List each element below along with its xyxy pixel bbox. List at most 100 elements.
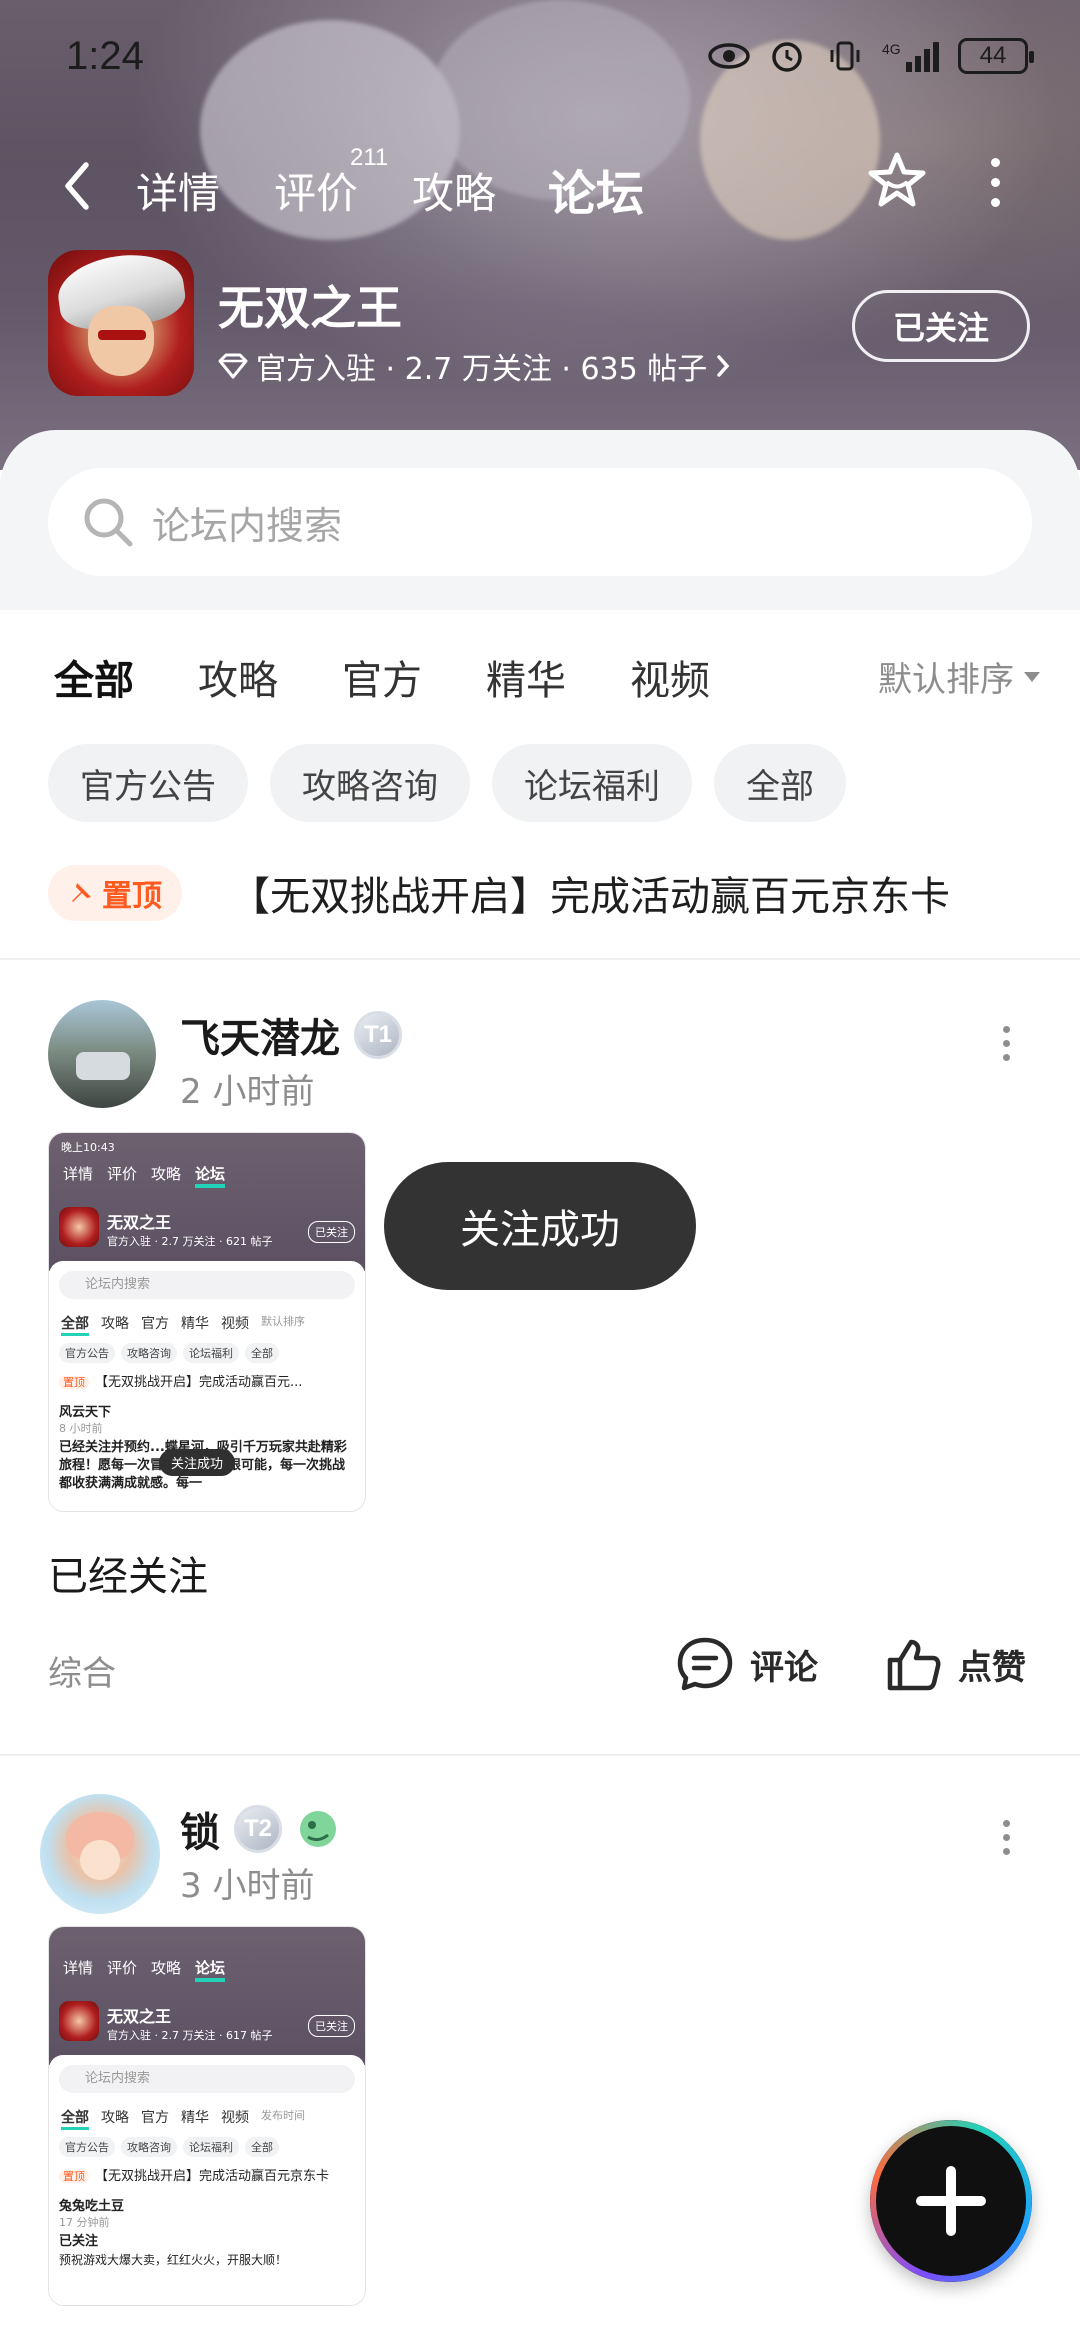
search-panel: 论坛内搜索 [0, 430, 1080, 610]
back-button[interactable] [52, 158, 102, 214]
pinned-badge: 置顶 [48, 865, 182, 921]
category-tab-guides[interactable]: 攻略 [198, 648, 278, 706]
thumb-chip: 官方公告 [59, 2137, 115, 2157]
tab-details[interactable]: 详情 [136, 160, 220, 221]
like-button[interactable]: 点赞 [886, 1636, 1026, 1692]
post-image[interactable]: 晚上10:43 详情 评价 攻略 论坛 无双之王 官方入驻 · 2.7 万关注 … [48, 1132, 366, 1512]
category-tab-video[interactable]: 视频 [630, 648, 710, 706]
sort-dropdown[interactable]: 默认排序 [878, 652, 1040, 701]
pinned-post[interactable]: 置顶 【无双挑战开启】完成活动赢百元京东卡 [48, 860, 1048, 926]
game-meta-text: 官方入驻 · 2.7 万关注 · 635 帖子 [256, 352, 708, 387]
signal-icon: 4G [882, 38, 942, 74]
chip-official-announcement[interactable]: 官方公告 [48, 744, 248, 822]
thumb-cat: 视频 [221, 1316, 249, 1332]
star-icon [868, 152, 926, 207]
category-tab-featured[interactable]: 精华 [486, 648, 566, 706]
thumb-user-time: 8 小时前 [59, 1422, 103, 1435]
post-author-name: 锁 [180, 1810, 220, 1856]
chip-all[interactable]: 全部 [714, 744, 846, 822]
thumb-body: 论坛内搜索 全部 攻略 官方 精华 视频 发布时间 官方公告 攻略咨询 论坛福利… [49, 2055, 365, 2305]
game-info: 无双之王 官方入驻 · 2.7 万关注 · 635 帖子 已关注 [0, 248, 1080, 398]
thumb-user: 风云天下 8 小时前 [59, 1401, 111, 1436]
search-placeholder: 论坛内搜索 [152, 503, 343, 548]
thumb-chip: 攻略咨询 [121, 1343, 177, 1363]
post-time: 2 小时前 [180, 1072, 315, 1112]
thumb-follow: 已关注 [308, 1221, 355, 1243]
thumb-chip: 论坛福利 [183, 2137, 239, 2157]
divider [0, 1754, 1080, 1756]
pinned-badge-label: 置顶 [102, 879, 162, 914]
top-nav: 详情 评价 211 攻略 论坛 [0, 140, 1080, 230]
thumb-text: 已关注 预祝游戏大爆大卖，红红火火，开服大顺！ [59, 2233, 357, 2269]
comment-button[interactable]: 评论 [676, 1636, 818, 1692]
comment-icon [677, 1637, 733, 1691]
forum-header: 1:24 4G 44 详情 评价 211 攻略 论坛 无双之王 官方入驻 · 2… [0, 0, 1080, 470]
thumb-cat: 精华 [181, 2110, 209, 2126]
pinned-title: 【无双挑战开启】完成活动赢百元京东卡 [230, 874, 950, 920]
thumb-tab: 详情 [63, 1165, 94, 1183]
thumb-pin-title: 【无双挑战开启】完成活动赢百元... [95, 1375, 303, 1390]
chip-guide-consult[interactable]: 攻略咨询 [270, 744, 470, 822]
alarm-icon [766, 38, 808, 74]
chip-forum-welfare[interactable]: 论坛福利 [492, 744, 692, 822]
thumb-game-icon [59, 1207, 99, 1247]
category-tab-official[interactable]: 官方 [342, 648, 422, 706]
thumb-pin-title: 【无双挑战开启】完成活动赢百元京东卡 [95, 2169, 330, 2184]
thumb-chip: 官方公告 [59, 1343, 115, 1363]
game-meta[interactable]: 官方入驻 · 2.7 万关注 · 635 帖子 [218, 344, 731, 388]
thumb-cat: 精华 [181, 1316, 209, 1332]
vibrate-icon [824, 38, 866, 74]
thumb-pin-badge: 置顶 [59, 1376, 89, 1389]
post-category[interactable]: 综合 [48, 1646, 116, 1695]
post-author[interactable]: 飞天潜龙 T1 [180, 1006, 402, 1064]
forum-search-input[interactable]: 论坛内搜索 [48, 468, 1032, 576]
diamond-icon [218, 353, 248, 379]
favorite-button[interactable] [866, 150, 928, 212]
thumb-follow: 已关注 [308, 2015, 355, 2037]
post-image[interactable]: 详情 评价 攻略 论坛 无双之王 官方入驻 · 2.7 万关注 · 617 帖子… [48, 1926, 366, 2306]
toast-message: 关注成功 [384, 1162, 696, 1290]
thumb-header: 详情 评价 攻略 论坛 无双之王 官方入驻 · 2.7 万关注 · 617 帖子… [49, 1927, 365, 2065]
post-more-button[interactable] [996, 1812, 1016, 1862]
tab-reviews[interactable]: 评价 [274, 160, 358, 221]
post-more-button[interactable] [996, 1018, 1016, 1068]
tab-forum[interactable]: 论坛 [542, 154, 651, 224]
thumb-cat: 全部 [61, 1313, 89, 1336]
follow-button[interactable]: 已关注 [852, 290, 1030, 362]
thumb-sort: 发布时间 [261, 2109, 305, 2122]
tab-guides[interactable]: 攻略 [412, 160, 496, 221]
post-text[interactable]: 已经关注 [48, 1544, 208, 1602]
thumb-sort: 默认排序 [261, 1315, 305, 1328]
category-tab-label: 全部 [54, 658, 134, 704]
game-icon[interactable] [48, 250, 194, 396]
thumb-cat: 攻略 [101, 2110, 129, 2126]
thumb-game-meta: 官方入驻 · 2.7 万关注 · 617 帖子 [107, 2029, 273, 2042]
thumb-post-body: 预祝游戏大爆大卖，红红火火，开服大顺！ [59, 2253, 288, 2267]
thumb-tabs: 详情 评价 攻略 论坛 [63, 1957, 226, 1982]
thumb-search: 论坛内搜索 [59, 1271, 355, 1299]
post-footer: 综合 评论 点赞 [0, 1630, 1080, 1710]
filter-chips: 官方公告 攻略咨询 论坛福利 全部 [48, 744, 846, 822]
category-tab-all[interactable]: 全部 [54, 648, 134, 708]
more-menu-button[interactable] [980, 152, 1010, 212]
avatar[interactable] [40, 1794, 160, 1914]
divider [0, 958, 1080, 960]
thumb-cat: 攻略 [101, 1316, 129, 1332]
thumb-tab: 论坛 [195, 1163, 226, 1188]
avatar[interactable] [48, 1000, 156, 1108]
thumb-pin-badge: 置顶 [59, 2170, 89, 2183]
thumb-user-time: 17 分钟前 [59, 2216, 110, 2229]
tab-forum-label: 论坛 [548, 166, 645, 222]
chevron-left-icon [65, 162, 89, 210]
like-label: 点赞 [958, 1647, 1026, 1688]
thumb-chip: 论坛福利 [183, 1343, 239, 1363]
status-bar: 1:24 4G 44 [0, 0, 1080, 120]
level-badge: T1 [354, 1011, 402, 1059]
post-author[interactable]: 锁 T2 [180, 1800, 340, 1858]
create-post-button[interactable] [870, 2120, 1032, 2282]
thumbs-up-icon [887, 1639, 941, 1691]
thumb-user: 兔兔吃土豆 17 分钟前 [59, 2195, 124, 2230]
thumb-tab: 评价 [107, 1165, 138, 1183]
thumb-tabs: 详情 评价 攻略 论坛 [63, 1163, 226, 1188]
thumb-cat: 官方 [141, 2110, 169, 2126]
